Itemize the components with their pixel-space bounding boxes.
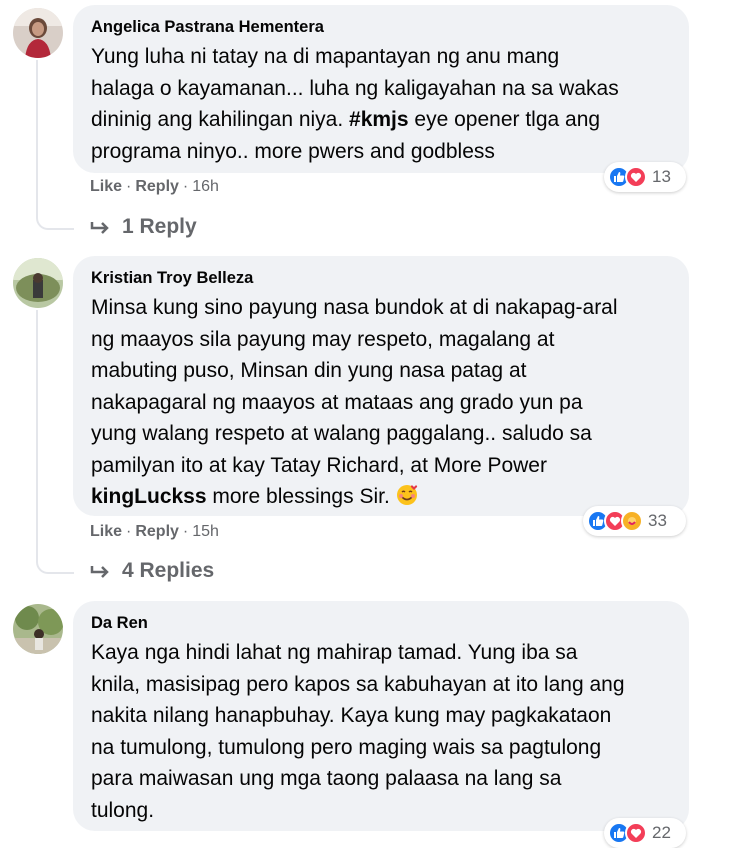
comment-actions: Like · Reply · 16h [90, 178, 219, 196]
reaction-count: 22 [652, 823, 671, 842]
like-button[interactable]: Like [90, 178, 122, 195]
reaction-summary[interactable]: 33 [583, 506, 686, 536]
care-icon [621, 510, 643, 532]
view-replies-button[interactable]: 1 Reply [90, 215, 197, 239]
view-replies-label: 1 Reply [122, 215, 197, 238]
hashtag-link[interactable]: #kmjs [349, 108, 409, 131]
reply-arrow-icon [90, 566, 109, 578]
comment-text: Minsa kung sino payung nasa bundok at di… [91, 292, 671, 513]
comment-text-line: halaga o kayamanan... luha ng kaligayaha… [91, 76, 619, 100]
avatar[interactable] [13, 258, 63, 308]
separator: · [182, 178, 189, 195]
view-replies-button[interactable]: 4 Replies [90, 559, 214, 583]
comment-text-body: Minsa kung sino payung nasa bundok at di… [91, 296, 618, 477]
reaction-count: 13 [652, 167, 671, 186]
comment-bubble: Angelica Pastrana Hementera Yung luha ni… [73, 5, 689, 173]
separator: · [126, 523, 132, 540]
like-button[interactable]: Like [90, 523, 122, 540]
comment-time[interactable]: 16h [192, 178, 219, 195]
comment-text-line: more blessings Sir. [206, 485, 390, 508]
mention-link[interactable]: kingLuckss [91, 485, 207, 508]
comment-author[interactable]: Kristian Troy Belleza [91, 268, 671, 288]
thread-curve [36, 180, 74, 230]
comment-author[interactable]: Angelica Pastrana Hementera [91, 17, 671, 37]
comment-actions: Like · Reply · 15h [90, 523, 219, 541]
view-replies-label: 4 Replies [122, 559, 215, 582]
comment-author[interactable]: Da Ren [91, 613, 671, 633]
avatar[interactable] [13, 8, 63, 58]
comment-bubble: Da Ren Kaya nga hindi lahat ng mahirap t… [73, 601, 689, 831]
thread-line [36, 310, 38, 550]
reaction-count: 33 [648, 511, 667, 530]
love-icon [625, 822, 647, 844]
reply-button[interactable]: Reply [135, 178, 179, 195]
avatar[interactable] [13, 604, 63, 654]
comment-bubble: Kristian Troy Belleza Minsa kung sino pa… [73, 256, 689, 516]
comment-text: Kaya nga hindi lahat ng mahirap tamad. Y… [91, 641, 625, 822]
comment-text-line: dininig ang kahilingan niya. [91, 108, 344, 131]
reaction-summary[interactable]: 22 [604, 818, 686, 848]
thread-curve [36, 530, 74, 574]
separator: · [182, 523, 189, 540]
reply-button[interactable]: Reply [135, 523, 179, 540]
love-icon [625, 166, 647, 188]
comment-time[interactable]: 15h [192, 523, 219, 540]
reaction-summary[interactable]: 13 [604, 162, 686, 192]
comment-text-line: Yung luha ni tatay na di mapantayan ng a… [91, 45, 560, 68]
separator: · [126, 178, 132, 195]
comment-text: Yung luha ni tatay na di mapantayan ng a… [91, 41, 671, 167]
smiling-face-with-hearts-emoji [396, 485, 417, 505]
reply-arrow-icon [90, 222, 109, 234]
